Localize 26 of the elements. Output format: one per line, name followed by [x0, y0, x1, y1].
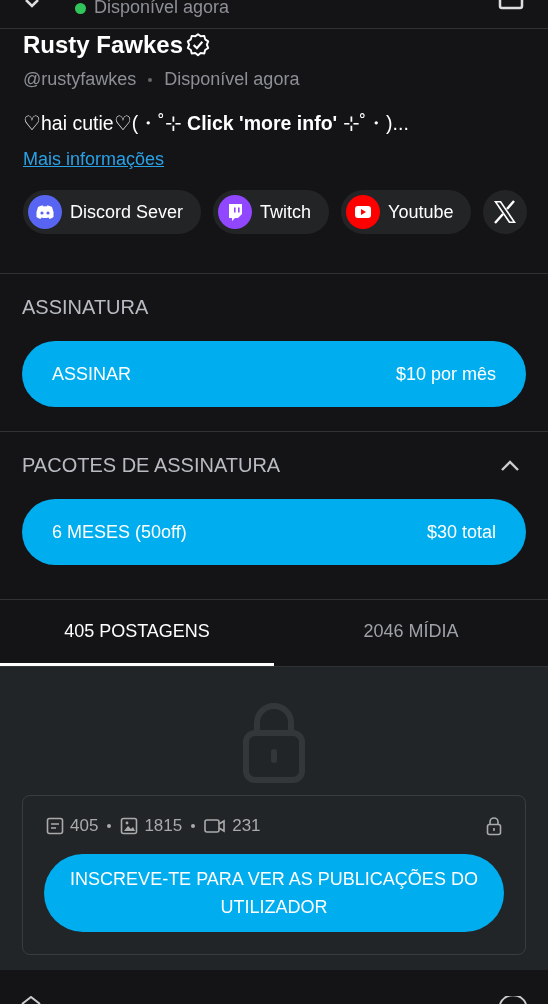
section-heading: PACOTES DE ASSINATURA [22, 453, 281, 478]
profile-name: Rusty Fawkes [23, 31, 184, 59]
social-link-chip[interactable]: Discord Sever [23, 190, 202, 234]
bio-text: ♡hai cutie♡(・˚⊹ Click 'more info' ⊹˚・)... [23, 111, 410, 136]
count-text: 405 [70, 816, 99, 836]
availability-text: Disponível agora [164, 69, 300, 90]
chevron-up-icon[interactable] [500, 459, 520, 472]
image-icon [120, 817, 139, 835]
social-link-chip[interactable]: Twitch [213, 190, 330, 234]
username-handle: @rustyfawkes [23, 69, 137, 90]
padlock-icon [486, 816, 502, 836]
game-controller-icon [28, 195, 62, 229]
play-button-icon [346, 195, 381, 229]
home-icon[interactable] [20, 996, 42, 1004]
video-camera-icon [204, 818, 227, 834]
count-text: 1815 [144, 816, 183, 836]
more-info-link[interactable]: Mais informações [23, 149, 165, 170]
profile-avatar-icon[interactable] [498, 996, 528, 1004]
social-link-chip[interactable]: Youtube [341, 190, 472, 234]
document-icon [46, 817, 64, 835]
social-link-chip[interactable] [483, 190, 528, 234]
status-text: Disponível agora [94, 0, 230, 15]
count-text: 231 [232, 816, 261, 836]
tab[interactable]: 2046 MÍDIA [274, 600, 548, 666]
chat-bubble-icon [218, 195, 253, 229]
section-heading: ASSINATURA [22, 295, 150, 320]
